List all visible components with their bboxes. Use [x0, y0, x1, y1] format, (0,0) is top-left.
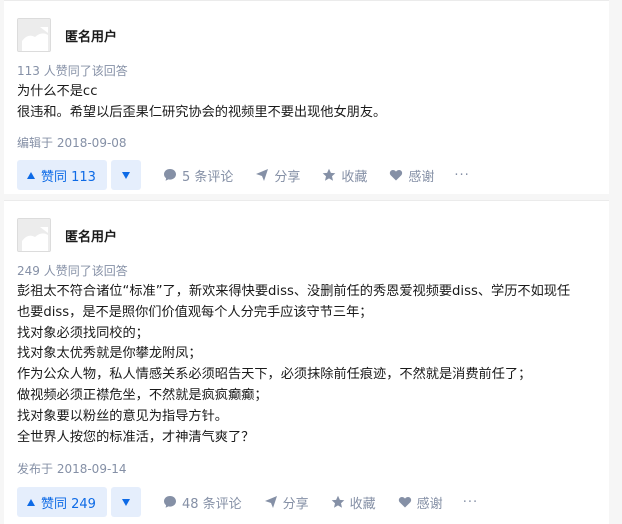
paper-plane-icon: [256, 169, 269, 181]
share-button[interactable]: 分享: [255, 166, 300, 185]
author-name[interactable]: 匿名用户: [65, 226, 117, 245]
vote-summary: 249 人赞同了该回答: [17, 264, 128, 278]
content-line: 全世界人按您的标准活，才神清气爽了？: [17, 429, 255, 445]
favorite-label: 收藏: [349, 496, 376, 512]
action-bar: 赞同 113 5 条评论 分享 收藏 感谢 ···: [17, 160, 470, 190]
comment-bubble-icon: [163, 169, 176, 181]
answer-header: 匿名用户: [17, 18, 117, 52]
answer-content: 彭祖太不符合诸位“标准”了，新欢来得快要diss、没删前任的秀恩爱视频要diss…: [17, 282, 595, 448]
action-bar: 赞同 249 48 条评论 分享 收藏 感谢 ···: [17, 487, 478, 517]
vote-summary: 113 人赞同了该回答: [17, 64, 128, 78]
upvote-button[interactable]: 赞同 113: [17, 160, 107, 190]
content-line: 很违和。希望以后歪果仁研究协会的视频里不要出现他女朋友。: [17, 104, 387, 120]
content-line: 为什么不是cc: [17, 84, 98, 99]
comments-button[interactable]: 5 条评论: [163, 166, 233, 185]
thanks-label: 感谢: [408, 169, 435, 185]
favorite-button[interactable]: 收藏: [331, 493, 376, 512]
avatar[interactable]: [17, 218, 51, 252]
content-line: 作为公众人物，私人情感关系必须昭告天下，必须抹除前任痕迹，不然就是消费前任了；: [17, 367, 532, 383]
triangle-down-icon: [121, 171, 130, 179]
answer-content: 为什么不是cc 很违和。希望以后歪果仁研究协会的视频里不要出现他女朋友。: [17, 82, 595, 124]
comments-label: 48 条评论: [181, 496, 242, 512]
more-button[interactable]: ···: [454, 168, 469, 183]
author-name[interactable]: 匿名用户: [65, 26, 117, 45]
upvote-label: 赞同 113: [41, 169, 96, 185]
triangle-up-icon: [27, 498, 35, 506]
answer-date[interactable]: 编辑于 2018-09-08: [17, 134, 127, 151]
comments-button[interactable]: 48 条评论: [163, 493, 242, 512]
comment-bubble-icon: [163, 496, 176, 508]
share-label: 分享: [282, 496, 309, 512]
ellipsis-icon: ···: [454, 167, 470, 183]
star-icon: [323, 168, 336, 181]
heart-icon: [390, 170, 403, 181]
favorite-button[interactable]: 收藏: [322, 166, 367, 185]
triangle-up-icon: [27, 171, 35, 179]
ellipsis-icon: ···: [462, 494, 479, 510]
content-line: 彭祖太不符合诸位“标准”了，新欢来得快要diss、没删前任的秀恩爱视频要diss…: [17, 284, 571, 299]
thanks-label: 感谢: [416, 496, 443, 512]
more-button[interactable]: ···: [463, 495, 478, 510]
downvote-button[interactable]: [110, 487, 141, 517]
paper-plane-icon: [264, 496, 277, 508]
anonymous-avatar-icon: [18, 19, 50, 51]
content-line: 做视频必须正襟危坐，不然就是疯疯癫癫；: [17, 387, 268, 403]
upvote-button[interactable]: 赞同 249: [17, 487, 107, 517]
avatar[interactable]: [17, 18, 51, 52]
content-line: 找对象太优秀就是你攀龙附凤；: [17, 346, 202, 362]
content-line: 也要diss，是不是照你们价值观每个人分完手应该守节三年；: [17, 304, 373, 320]
downvote-button[interactable]: [110, 160, 141, 190]
content-line: 找对象必须找同校的；: [17, 325, 149, 341]
triangle-down-icon: [121, 498, 130, 506]
share-button[interactable]: 分享: [264, 493, 309, 512]
favorite-label: 收藏: [341, 169, 368, 185]
answer-card: 匿名用户 249 人赞同了该回答 彭祖太不符合诸位“标准”了，新欢来得快要dis…: [4, 200, 609, 524]
anonymous-avatar-icon: [18, 219, 50, 251]
answer-date[interactable]: 发布于 2018-09-14: [17, 460, 127, 477]
heart-icon: [398, 497, 411, 508]
thanks-button[interactable]: 感谢: [398, 493, 443, 512]
content-line: 找对象要以粉丝的意见为指导方针。: [17, 408, 228, 424]
answer-header: 匿名用户: [17, 218, 117, 252]
comments-label: 5 条评论: [181, 169, 234, 185]
thanks-button[interactable]: 感谢: [389, 166, 434, 185]
share-label: 分享: [274, 169, 301, 185]
upvote-label: 赞同 249: [41, 496, 96, 512]
answer-card: 匿名用户 113 人赞同了该回答 为什么不是cc 很违和。希望以后歪果仁研究协会…: [4, 0, 609, 194]
star-icon: [331, 495, 344, 508]
